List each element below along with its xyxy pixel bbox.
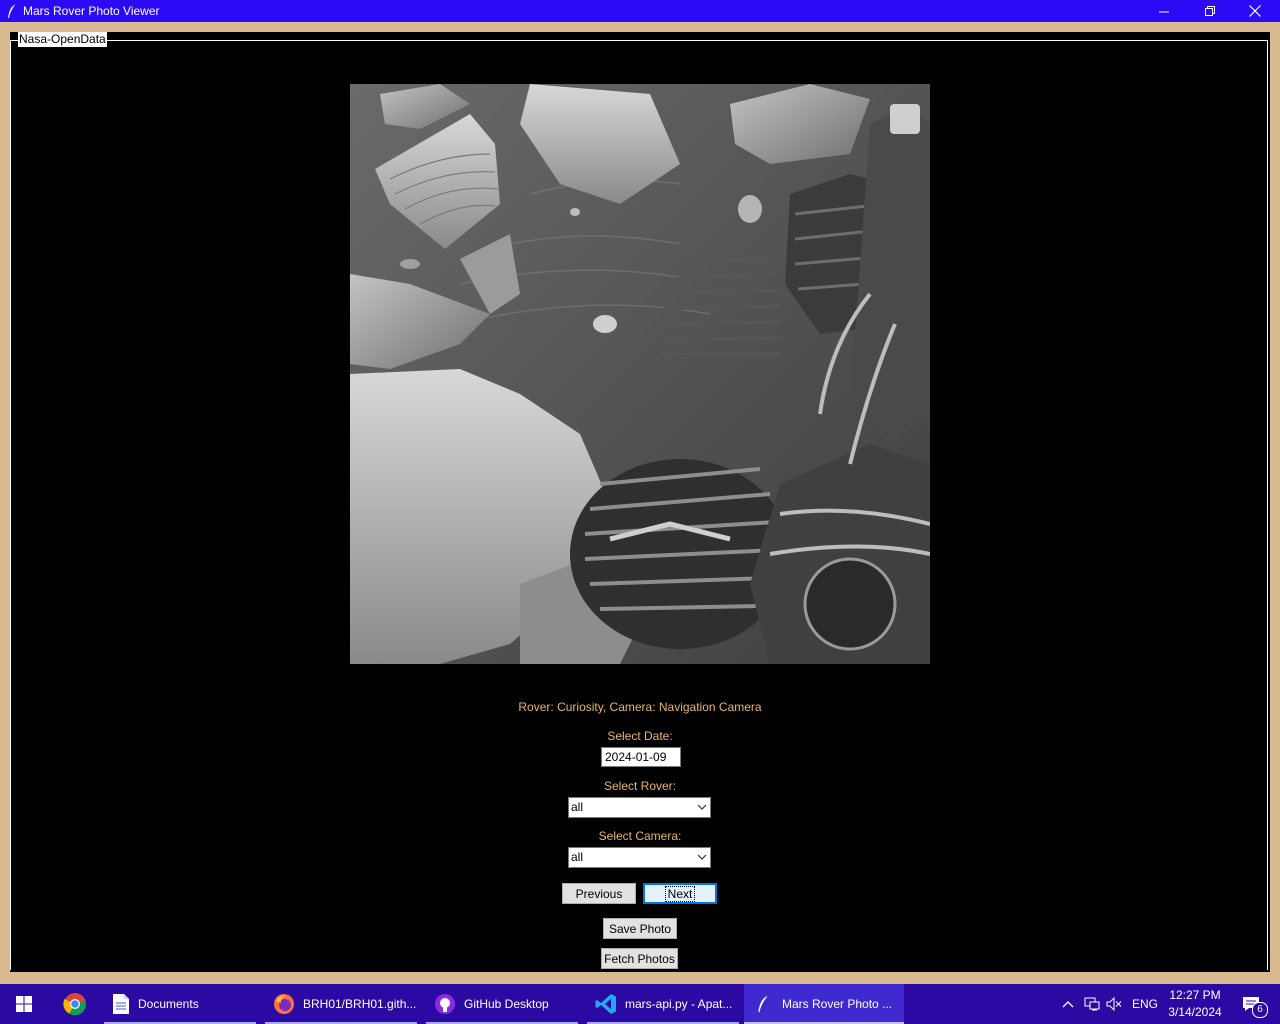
- clock-time: 12:27 PM: [1169, 988, 1221, 1002]
- minimize-button[interactable]: [1141, 0, 1187, 22]
- next-label: Next: [664, 886, 696, 902]
- tray-volume[interactable]: [1104, 984, 1124, 1024]
- start-button[interactable]: [0, 984, 48, 1024]
- camera-select-value: all: [571, 850, 584, 864]
- clock-date: 3/14/2024: [1168, 1005, 1222, 1019]
- date-label: Select Date:: [607, 729, 673, 743]
- language-indicator: ENG: [1132, 997, 1159, 1011]
- network-icon: [1084, 997, 1100, 1011]
- date-input[interactable]: 2024-01-09: [601, 747, 681, 767]
- taskbar-item-firefox[interactable]: BRH01/BRH01.gith...: [265, 984, 417, 1024]
- fetch-label: Fetch Photos: [604, 952, 675, 966]
- taskbar-label: Documents: [138, 997, 199, 1011]
- taskbar-item-mars-rover[interactable]: Mars Rover Photo ...: [744, 984, 904, 1024]
- taskbar-label: Mars Rover Photo ...: [782, 997, 893, 1011]
- minimize-icon: [1158, 11, 1169, 12]
- chevron-down-icon[interactable]: [697, 802, 707, 812]
- main-frame: Nasa-OpenData Rover: Curiosity, Camera: …: [10, 32, 1270, 972]
- windows-icon: [16, 996, 32, 1012]
- chevron-down-icon[interactable]: [697, 852, 707, 862]
- taskbar-label: GitHub Desktop: [464, 997, 549, 1011]
- close-icon: [1249, 5, 1261, 17]
- rover-photo: [350, 84, 930, 664]
- taskbar-label: mars-api.py - Apat...: [625, 997, 733, 1011]
- feather-icon: [758, 995, 768, 1013]
- restore-button[interactable]: [1187, 0, 1233, 22]
- taskbar: Documents BRH01/BRH01.gith... GitHub Des…: [0, 984, 1280, 1024]
- action-center-button[interactable]: 6: [1236, 984, 1268, 1024]
- mars-terrain-image: [350, 84, 930, 664]
- tray-language[interactable]: ENG: [1132, 984, 1158, 1024]
- taskbar-item-github-desktop[interactable]: GitHub Desktop: [426, 984, 578, 1024]
- previous-label: Previous: [575, 887, 623, 901]
- chrome-icon: [63, 993, 87, 1016]
- camera-label: Select Camera:: [598, 829, 682, 843]
- photo-caption: Rover: Curiosity, Camera: Navigation Cam…: [518, 700, 762, 714]
- rover-select-value: all: [571, 800, 584, 814]
- notification-badge: 6: [1252, 1002, 1268, 1018]
- chevron-up-icon: [1062, 1001, 1074, 1008]
- feather-icon: [8, 3, 17, 18]
- restore-icon: [1204, 5, 1215, 16]
- taskbar-chrome[interactable]: [52, 984, 98, 1024]
- camera-select[interactable]: all: [568, 847, 711, 868]
- window-title: Mars Rover Photo Viewer: [23, 4, 160, 18]
- file-explorer-icon: [113, 994, 129, 1014]
- rover-label: Select Rover:: [603, 779, 677, 793]
- rover-select[interactable]: all: [568, 797, 711, 818]
- taskbar-item-vscode[interactable]: mars-api.py - Apat...: [587, 984, 739, 1024]
- previous-button[interactable]: Previous: [562, 883, 636, 904]
- tray-overflow[interactable]: [1058, 984, 1078, 1024]
- github-icon: [435, 994, 455, 1014]
- volume-muted-icon: [1106, 997, 1122, 1011]
- firefox-icon: [274, 994, 294, 1014]
- save-photo-button[interactable]: Save Photo: [603, 918, 677, 939]
- title-bar: Mars Rover Photo Viewer: [0, 0, 1280, 22]
- close-button[interactable]: [1232, 0, 1278, 22]
- fetch-photos-button[interactable]: Fetch Photos: [601, 948, 678, 969]
- tray-network[interactable]: [1082, 984, 1102, 1024]
- next-button[interactable]: Next: [643, 883, 717, 904]
- save-label: Save Photo: [608, 922, 672, 936]
- taskbar-label: BRH01/BRH01.gith...: [303, 997, 417, 1011]
- taskbar-item-documents[interactable]: Documents: [104, 984, 256, 1024]
- group-label: Nasa-OpenData: [18, 32, 107, 47]
- vscode-icon: [595, 994, 616, 1014]
- tray-clock[interactable]: 12:27 PM 3/14/2024: [1166, 984, 1224, 1024]
